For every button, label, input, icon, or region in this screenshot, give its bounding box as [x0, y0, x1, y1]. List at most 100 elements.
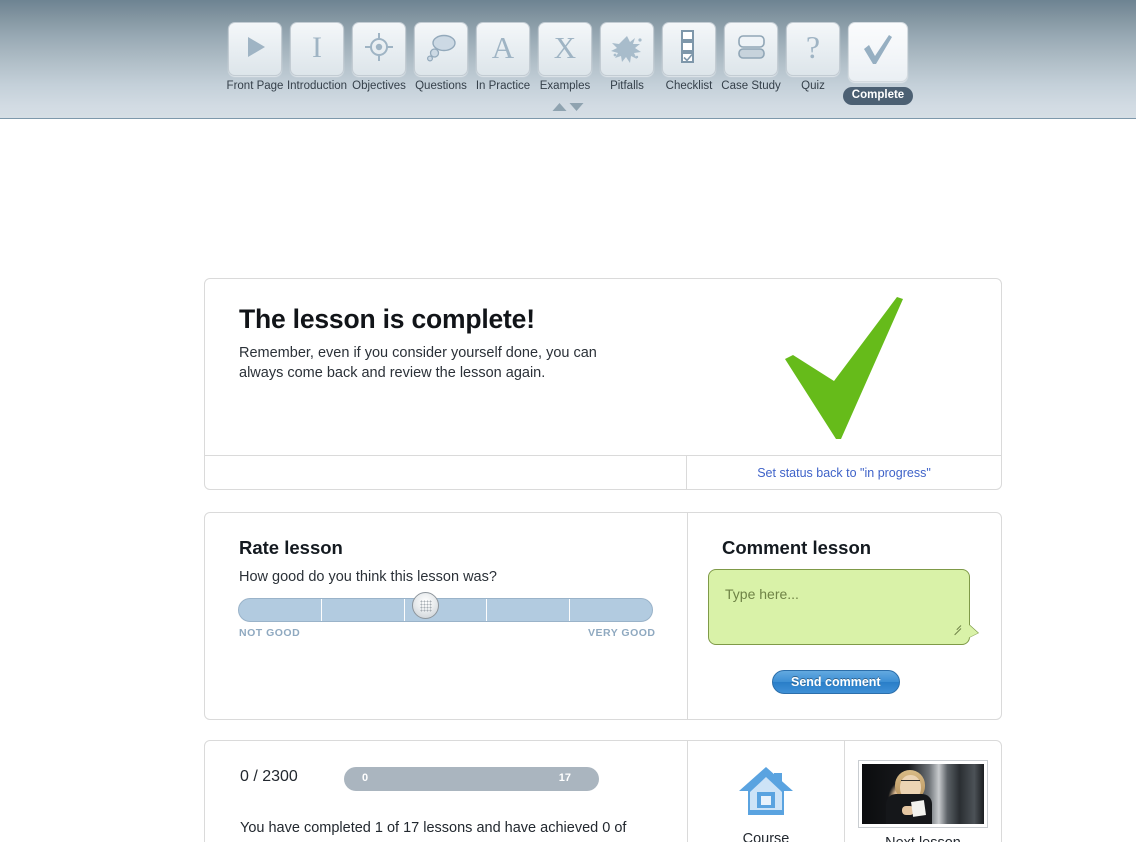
serif-a-icon: A: [487, 30, 519, 67]
nav-tile[interactable]: [414, 22, 468, 76]
lesson-complete-card: The lesson is complete! Remember, even i…: [204, 278, 1002, 490]
lesson-complete-footer: Set status back to "in progress": [205, 455, 1001, 489]
svg-text:?: ?: [806, 31, 820, 63]
play-icon: [241, 33, 269, 66]
triangle-down-icon[interactable]: [569, 103, 584, 111]
resize-grip-icon[interactable]: [951, 620, 962, 636]
rating-segment-4[interactable]: [487, 599, 571, 621]
course-overview-line1: Course: [742, 831, 790, 842]
rating-segment-1[interactable]: [239, 599, 322, 621]
house-icon: [737, 765, 795, 822]
course-overview-label: Course Overview: [736, 830, 796, 842]
knob-grip-dots-icon: [420, 600, 432, 612]
nav-tile[interactable]: I: [290, 22, 344, 76]
svg-text:A: A: [492, 32, 515, 62]
comment-placeholder: Type here...: [725, 586, 799, 602]
rate-lesson-section: Rate lesson How good do you think this l…: [205, 513, 688, 719]
serif-x-icon: X: [549, 30, 581, 67]
progress-bar-max: 17: [558, 772, 571, 784]
footer-spacer: [205, 456, 687, 489]
svg-text:I: I: [312, 32, 322, 62]
lesson-section-tabs: Front Page I Introduction Objectives Que…: [226, 22, 914, 105]
nav-item-label: Case Study: [721, 80, 781, 92]
next-lesson-button[interactable]: Next lesson 2. Client and supplier: [845, 760, 1001, 842]
bubble-tail: [968, 624, 978, 638]
nav-tile-current[interactable]: [848, 22, 908, 82]
comment-bubble-wrapper: Type here...: [708, 569, 978, 645]
nav-item-checklist[interactable]: Checklist: [660, 22, 718, 93]
comment-lesson-title: Comment lesson: [722, 537, 872, 558]
green-check-icon: [771, 287, 931, 457]
nav-item-pitfalls[interactable]: Pitfalls: [598, 22, 656, 93]
rating-segment-5[interactable]: [570, 599, 652, 621]
nav-tile[interactable]: A: [476, 22, 530, 76]
thought-bubble-icon: [425, 32, 457, 67]
lesson-navigation-bar: Front Page I Introduction Objectives Que…: [0, 0, 1136, 119]
triangle-up-icon[interactable]: [552, 103, 567, 111]
nav-item-objectives[interactable]: Objectives: [350, 22, 408, 93]
rating-slider-knob[interactable]: [412, 592, 439, 619]
points-progress-section: 0 / 2300 0 17 You have completed 1 of 17…: [205, 741, 688, 842]
nav-tile[interactable]: [724, 22, 778, 76]
nav-item-label: In Practice: [475, 80, 531, 92]
send-comment-button[interactable]: Send comment: [772, 670, 900, 694]
nav-item-complete[interactable]: Complete: [842, 22, 914, 105]
progress-bar-min: 0: [362, 772, 369, 784]
checkmark-icon: [860, 32, 896, 73]
nav-item-questions[interactable]: Questions: [412, 22, 470, 93]
nav-item-label: Examples: [539, 80, 591, 92]
reset-status-cell: Set status back to "in progress": [687, 456, 1001, 489]
nav-item-case-study[interactable]: Case Study: [721, 22, 781, 93]
nav-item-label: Checklist: [665, 80, 713, 92]
rate-lesson-title: Rate lesson: [239, 537, 343, 558]
nav-item-introduction[interactable]: I Introduction: [286, 22, 348, 93]
nav-tile[interactable]: X: [538, 22, 592, 76]
navigation-collapse-toggle[interactable]: [552, 103, 584, 111]
rate-and-comment-card: Rate lesson How good do you think this l…: [204, 512, 1002, 720]
course-progress-card: 0 / 2300 0 17 You have completed 1 of 17…: [204, 740, 1002, 842]
checklist-icon: [678, 29, 700, 69]
nav-item-label: Quiz: [801, 80, 825, 92]
lesson-thumbnail: [862, 764, 984, 824]
lesson-complete-subtitle: Remember, even if you consider yourself …: [239, 345, 597, 381]
nav-tile[interactable]: [600, 22, 654, 76]
course-overview-button[interactable]: Course Overview: [688, 765, 844, 842]
nav-item-quiz[interactable]: ? Quiz: [784, 22, 842, 93]
comment-input[interactable]: Type here...: [708, 569, 978, 645]
splat-icon: [610, 31, 644, 68]
svg-text:X: X: [554, 32, 576, 62]
nav-tile[interactable]: ?: [786, 22, 840, 76]
thumb-glasses: [901, 780, 921, 784]
nav-item-label: Introduction: [286, 80, 348, 92]
target-icon: [364, 32, 394, 67]
nav-item-examples[interactable]: X Examples: [536, 22, 594, 93]
set-status-in-progress-link[interactable]: Set status back to "in progress": [757, 466, 931, 480]
serif-i-icon: I: [303, 31, 331, 67]
rating-segment-2[interactable]: [322, 599, 405, 621]
nav-item-current-badge: Complete: [842, 87, 914, 105]
comment-lesson-section: Comment lesson Type here... Send comment: [688, 513, 1001, 719]
next-lesson-thumbnail-frame: [858, 760, 988, 828]
nav-item-label: Objectives: [352, 80, 406, 92]
page-title: The lesson is complete!: [239, 304, 535, 334]
course-overview-section[interactable]: Course Overview: [688, 741, 845, 842]
folder-icon: [733, 32, 769, 67]
nav-tile[interactable]: [228, 22, 282, 76]
rating-scale-max-label: VERY GOOD: [588, 627, 656, 639]
nav-tile[interactable]: [662, 22, 716, 76]
nav-tile[interactable]: [352, 22, 406, 76]
nav-item-in-practice[interactable]: A In Practice: [474, 22, 532, 93]
rate-comment-split: Rate lesson How good do you think this l…: [205, 513, 1001, 719]
question-mark-icon: ?: [799, 29, 827, 68]
next-lesson-title: Next lesson: [885, 835, 961, 842]
points-count: 0 / 2300: [240, 768, 298, 785]
rate-lesson-question: How good do you think this lesson was?: [239, 569, 497, 585]
nav-item-front-page[interactable]: Front Page: [226, 22, 284, 93]
progress-split: 0 / 2300 0 17 You have completed 1 of 17…: [205, 741, 1001, 842]
nav-item-label: Front Page: [226, 80, 284, 92]
lesson-progress-bar: 0 17: [344, 767, 599, 791]
thumb-paper: [911, 800, 926, 818]
progress-summary-text: You have completed 1 of 17 lessons and h…: [240, 820, 627, 836]
next-lesson-section[interactable]: Next lesson 2. Client and supplier: [845, 741, 1001, 842]
rating-slider-track[interactable]: [238, 598, 653, 622]
